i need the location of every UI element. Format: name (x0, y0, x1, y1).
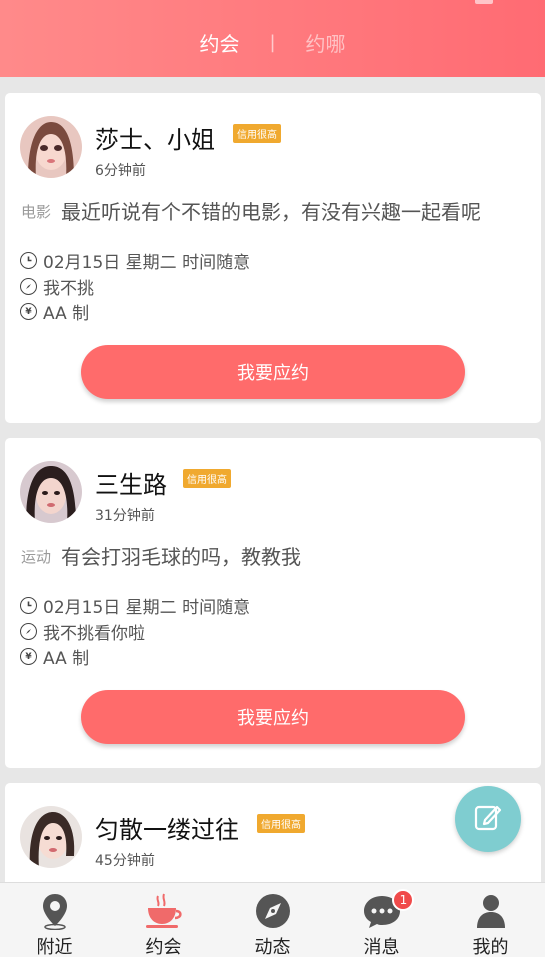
payment-text: AA 制 (43, 304, 90, 324)
tab-nearby[interactable]: 附近 (0, 883, 109, 957)
tab-where[interactable]: 约哪 (306, 28, 346, 57)
date-message: 最近听说有个不错的电影，有没有兴趣一起看呢 (61, 200, 481, 224)
avatar[interactable] (20, 116, 82, 178)
location-row: 我不挑 (20, 274, 94, 299)
date-time-text: 02月15日 星期二 时间随意 (43, 253, 251, 273)
date-message: 有会打羽毛球的吗，教教我 (61, 545, 301, 569)
coffee-cup-icon (144, 891, 184, 931)
compass-icon (20, 278, 37, 295)
tab-label: 我的 (472, 937, 509, 957)
header-corner-decoration (475, 0, 493, 4)
bottom-tab-bar: 附近 约会 动态 1 消息 我的 (0, 882, 545, 957)
tab-profile[interactable]: 我的 (436, 883, 545, 957)
tab-messages[interactable]: 1 消息 (327, 883, 436, 957)
date-time-text: 02月15日 星期二 时间随意 (43, 598, 251, 618)
top-header: 约会 | 约哪 (0, 0, 545, 77)
create-date-button[interactable] (455, 786, 521, 852)
payment-row: ¥ AA 制 (20, 299, 89, 324)
dating-feed[interactable]: 莎士、小姐 信用很高 6分钟前 电影 最近听说有个不错的电影，有没有兴趣一起看呢… (0, 77, 545, 882)
unread-badge: 1 (392, 889, 415, 911)
tab-label: 附近 (36, 937, 73, 957)
user-name[interactable]: 匀散一缕过往 (95, 810, 239, 845)
location-row: 我不挑看你啦 (20, 619, 145, 644)
yen-icon: ¥ (20, 303, 37, 320)
tab-label: 消息 (363, 937, 400, 957)
apply-date-button[interactable]: 我要应约 (81, 690, 465, 744)
tab-label: 约会 (145, 937, 182, 957)
category-label: 运动 (21, 548, 52, 566)
post-time: 6分钟前 (95, 163, 146, 179)
post-time: 45分钟前 (95, 853, 155, 869)
compass-icon (253, 891, 293, 931)
edit-icon (472, 801, 504, 837)
date-time-row: 02月15日 星期二 时间随意 (20, 248, 250, 273)
tab-moments[interactable]: 动态 (218, 883, 327, 957)
date-card[interactable]: 莎士、小姐 信用很高 6分钟前 电影 最近听说有个不错的电影，有没有兴趣一起看呢… (5, 93, 541, 423)
apply-date-button[interactable]: 我要应约 (81, 345, 465, 399)
clock-icon (20, 252, 37, 269)
avatar[interactable] (20, 806, 82, 868)
user-name[interactable]: 莎士、小姐 (95, 120, 215, 155)
tab-dating-bottom[interactable]: 约会 (109, 883, 218, 957)
tab-separator: | (269, 32, 276, 53)
payment-row: ¥ AA 制 (20, 644, 89, 669)
location-text: 我不挑 (43, 279, 94, 299)
user-name[interactable]: 三生路 (95, 465, 167, 500)
compass-icon (20, 623, 37, 640)
location-text: 我不挑看你啦 (43, 624, 145, 644)
avatar[interactable] (20, 461, 82, 523)
location-pin-icon (35, 891, 75, 931)
credit-badge: 信用很高 (257, 814, 305, 833)
tab-label: 动态 (254, 937, 291, 957)
header-tabs: 约会 | 约哪 (0, 28, 545, 57)
user-icon (471, 891, 511, 931)
category-label: 电影 (21, 203, 52, 221)
credit-badge: 信用很高 (183, 469, 231, 488)
tab-dating[interactable]: 约会 (199, 28, 239, 57)
clock-icon (20, 597, 37, 614)
post-time: 31分钟前 (95, 508, 155, 524)
credit-badge: 信用很高 (233, 124, 281, 143)
date-card[interactable]: 三生路 信用很高 31分钟前 运动 有会打羽毛球的吗，教教我 02月15日 星期… (5, 438, 541, 768)
yen-icon: ¥ (20, 648, 37, 665)
date-time-row: 02月15日 星期二 时间随意 (20, 593, 250, 618)
payment-text: AA 制 (43, 649, 90, 669)
